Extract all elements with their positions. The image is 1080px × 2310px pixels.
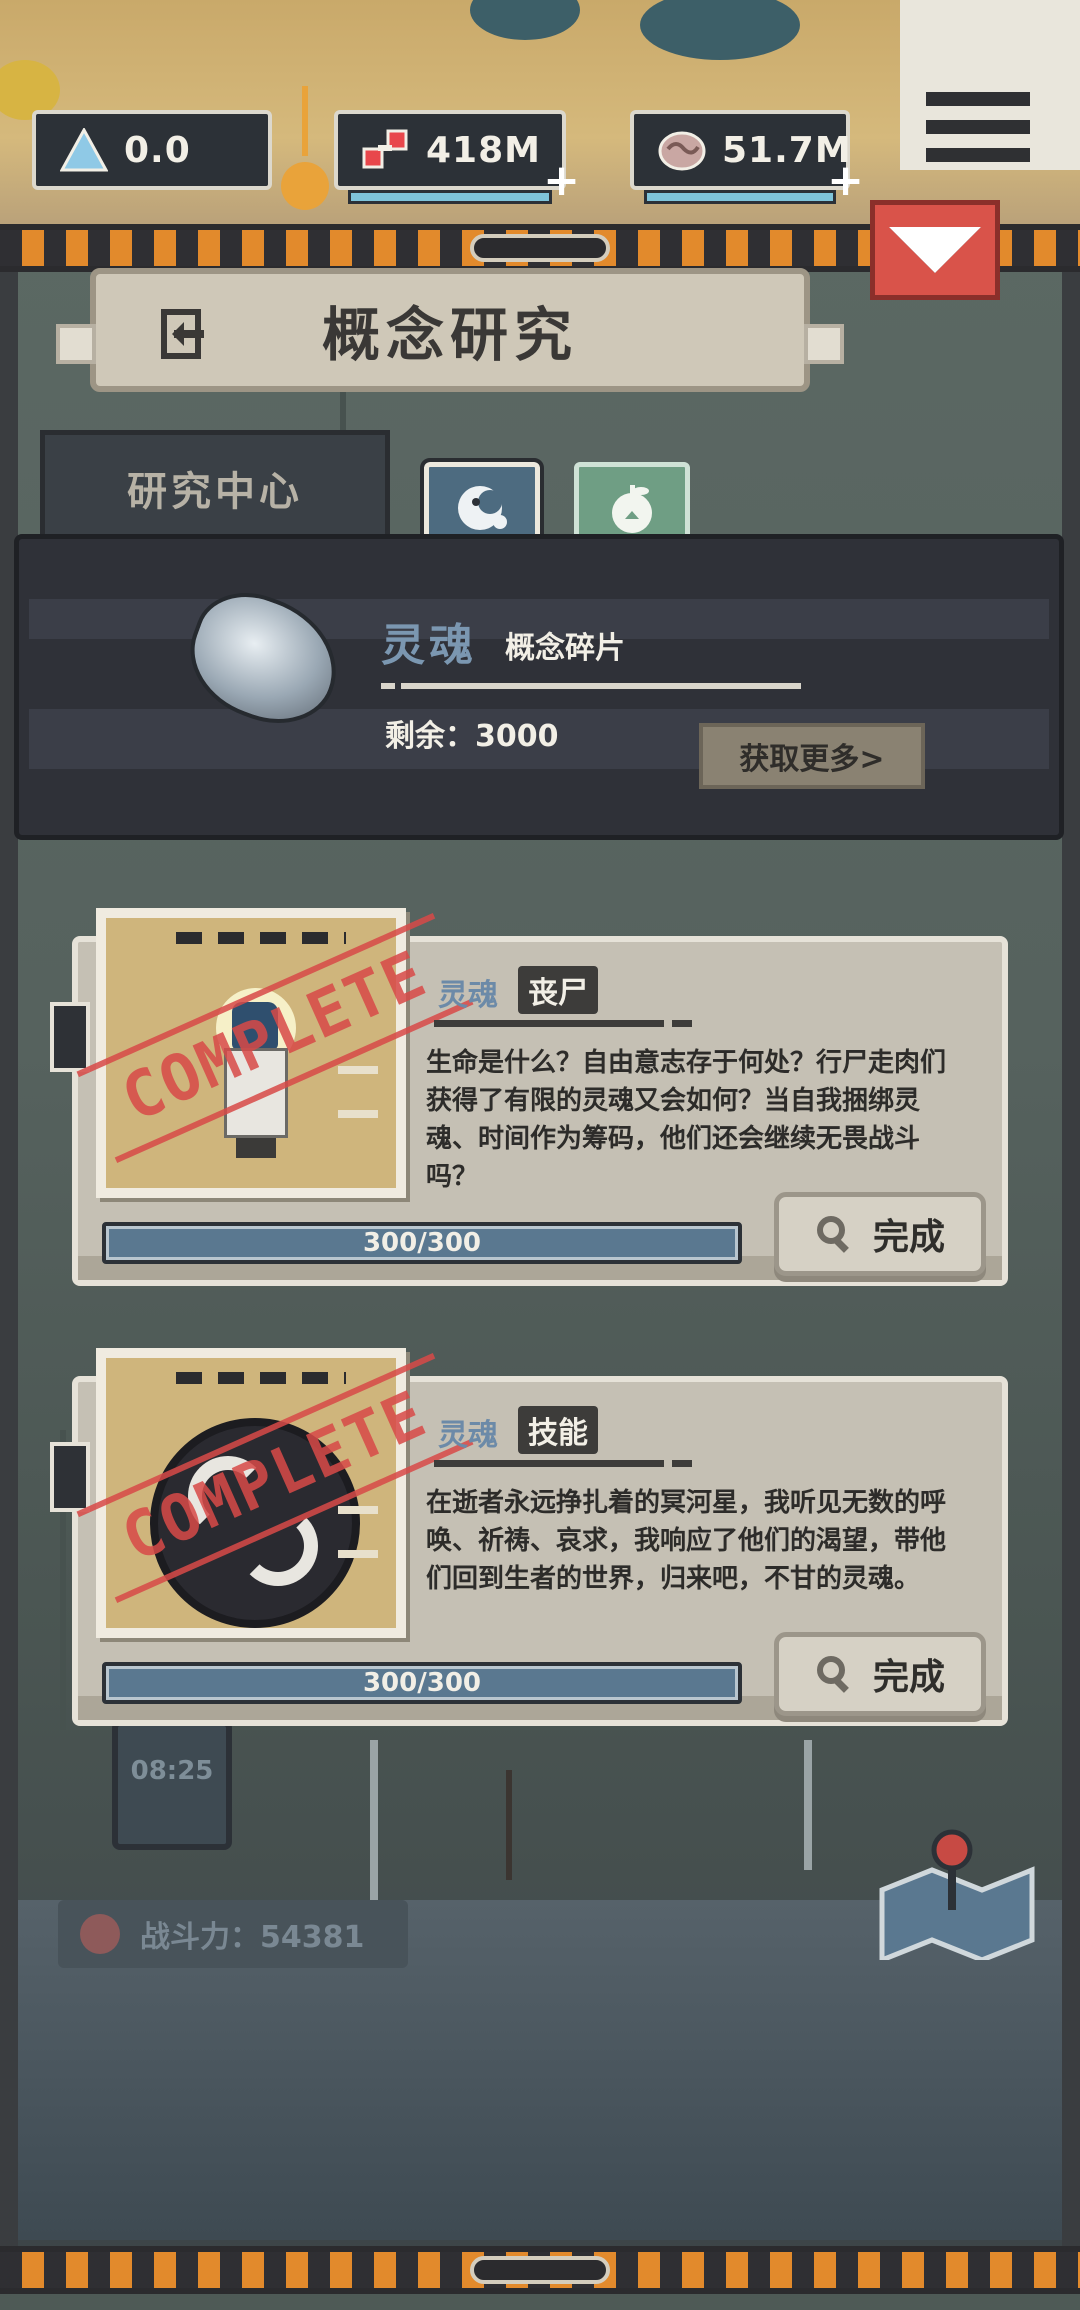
complete-button[interactable]: 完成 [774,1192,986,1276]
art-dashes [176,1372,346,1384]
menu-line [926,148,1030,162]
progress-bar: 300/300 [102,1222,742,1264]
warning-icon [80,1914,120,1954]
combat-power-bar: 战斗力：54381 [58,1900,408,1968]
timer-text: 08:25 [130,1756,214,1786]
tab-research-center[interactable]: 研究中心 [40,430,390,540]
frame-right-rail [1062,272,1080,2246]
plate-bolt [56,324,96,364]
combat-power-text: 战斗力：54381 [140,1920,365,1955]
progress-text: 300/300 [362,1228,482,1258]
card-category: 灵魂 [438,978,498,1013]
complete-button-label: 完成 [872,1217,945,1258]
plate-bolt [804,324,844,364]
map-device-icon[interactable] [872,1820,1042,1964]
hud-triangle-stat[interactable]: 0.0 [32,110,272,190]
apple-icon [612,485,652,533]
magnifier-icon [816,1216,849,1253]
menu-line [926,120,1030,134]
resource-name: 灵魂 [381,620,477,671]
card-clip [50,1002,90,1072]
complete-button-label: 完成 [872,1657,945,1698]
card-name: 丧尸 [518,966,598,1014]
resource-panel: 灵魂 概念碎片 剩余：3000 获取更多> [14,534,1064,840]
zombie-legs [236,1138,276,1158]
card-category: 灵魂 [438,1418,498,1453]
tab-research-center-label: 研究中心 [127,468,303,515]
back-button[interactable] [156,304,216,364]
hud-gems-stat[interactable]: 418M + [334,110,580,206]
hud-souls-bar [644,190,836,204]
card-artwork: COMPLETE [76,1348,474,1638]
collapse-button[interactable] [870,200,1000,300]
gems-icon [360,124,412,176]
hud-triangle-value: 0.0 [124,129,191,171]
complete-button[interactable]: 完成 [774,1632,986,1716]
hud-gems-value: 418M [426,129,541,171]
card-description: 生命是什么？自由意志存于何处？行尸走肉们获得了有限的灵魂又会如何？当自我捆绑灵魂… [426,1048,947,1192]
title-plate: 概念研究 [56,268,844,392]
hud-gems-bar [348,190,552,204]
frame-handle [470,234,610,262]
resource-remaining: 剩余：3000 [385,719,559,754]
chevron-down-icon [889,227,981,273]
divider [672,1460,692,1467]
divider [434,1020,664,1027]
brain-icon [656,124,708,176]
card-clip [50,1442,90,1512]
divider [381,683,395,689]
research-card-skill: COMPLETE 灵魂 技能 在逝者永远挣扎着的冥河星，我听见无数的呼唤、祈祷、… [50,1348,1008,1726]
dead-tree [506,1770,512,1880]
progress-bar: 300/300 [102,1662,742,1704]
menu-button[interactable] [926,92,1030,174]
add-souls-button[interactable]: + [827,155,864,206]
research-card-zombie: COMPLETE 灵魂 丧尸 生命是什么？自由意志存于何处？行尸走肉们获得了有限… [50,908,1008,1286]
tree-decor [470,0,580,40]
tree-decor [640,0,800,60]
exit-icon [161,309,204,359]
get-more-button[interactable]: 获取更多> [699,723,925,789]
progress-text: 300/300 [362,1668,482,1698]
divider [672,1020,692,1027]
get-more-label: 获取更多> [739,742,885,777]
divider [434,1460,664,1467]
page-title: 概念研究 [321,301,578,369]
card-artwork: COMPLETE [76,908,474,1198]
ghost-icon [458,486,507,530]
resource-subtitle: 概念碎片 [505,631,625,666]
card-description: 在逝者永远挣扎着的冥河星，我听见无数的呼唤、祈祷、哀求，我响应了他们的渴望，带他… [426,1488,947,1594]
lantern-icon [280,86,330,216]
lamp-post [370,1740,378,1900]
frame-handle [470,2256,610,2284]
hud-souls-stat[interactable]: 51.7M + [630,110,864,206]
frame-bottom-stripe [0,2246,1080,2294]
lamp-post [804,1740,812,1870]
card-name: 技能 [518,1406,598,1454]
menu-line [926,92,1030,106]
timer-display: 08:25 [112,1720,232,1850]
divider [401,683,801,689]
add-gems-button[interactable]: + [543,155,580,206]
art-dashes [176,932,346,944]
magnifier-icon [816,1656,849,1693]
triangle-icon [58,124,110,176]
